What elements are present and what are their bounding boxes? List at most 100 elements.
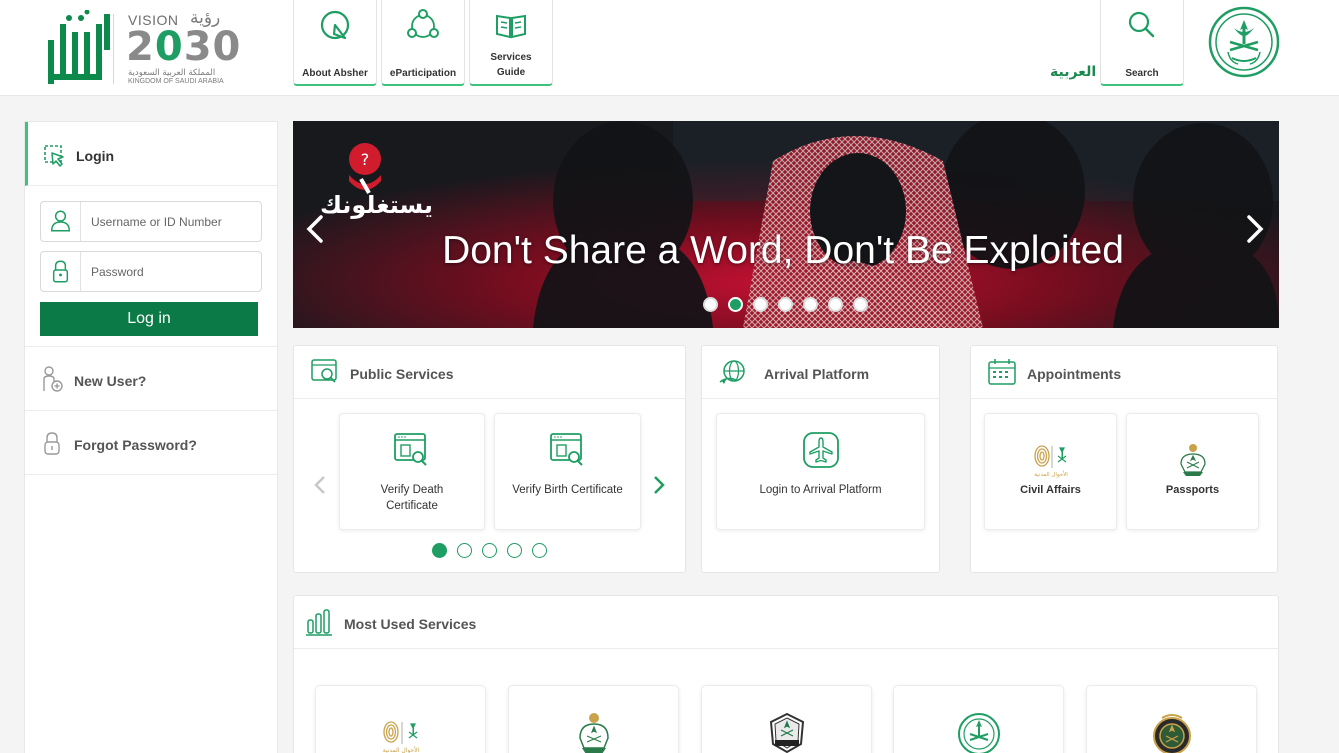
nav-services-guide-label: Services Guide xyxy=(490,52,532,78)
forgot-password-label: Forgot Password? xyxy=(74,437,197,453)
passports-logo-icon xyxy=(1179,444,1206,476)
lock-icon xyxy=(52,252,81,291)
add-user-icon xyxy=(43,366,63,392)
nav-services-guide[interactable]: Services Guide xyxy=(469,0,553,86)
absher-logo[interactable] xyxy=(44,10,114,86)
nav-eparticipation-label: eParticipation xyxy=(389,68,457,79)
campaign-arabic-text: يستغلونك xyxy=(320,191,433,219)
ministry-emblem-icon xyxy=(1208,6,1280,78)
civil-affairs-tile[interactable]: الأحوال المدنية Civil Affairs xyxy=(984,413,1117,530)
nav-about-label: About Absher xyxy=(302,68,368,79)
services-next-arrow-icon[interactable] xyxy=(651,474,667,496)
chat-bubble-icon xyxy=(320,10,350,40)
globe-plane-icon xyxy=(719,360,745,384)
verify-birth-label: Verify Birth Certificate xyxy=(512,484,623,496)
most-used-security-forces-tile[interactable] xyxy=(1086,685,1257,753)
verify-death-certificate-tile[interactable]: Verify Death Certificate xyxy=(339,413,485,530)
username-input[interactable] xyxy=(82,202,261,241)
services-dot[interactable] xyxy=(532,543,547,558)
padlock-icon xyxy=(44,432,60,455)
login-title: Login xyxy=(76,148,115,164)
most-used-civil-affairs-tile[interactable]: الأحوال المدنية xyxy=(315,685,486,753)
password-input[interactable] xyxy=(82,252,261,291)
banner-dot[interactable] xyxy=(853,297,868,312)
public-security-logo-icon xyxy=(769,712,804,753)
login-button[interactable]: Log in xyxy=(40,302,258,336)
login-cursor-icon xyxy=(44,145,64,167)
appointments-header: Appointments xyxy=(971,346,1277,399)
civil-affairs-logo-icon: الأحوال المدنية xyxy=(1034,445,1068,478)
banner-title: Don't Share a Word, Don't Be Exploited xyxy=(442,229,1124,272)
banner-dot[interactable] xyxy=(753,297,768,312)
forgot-password-link[interactable]: Forgot Password? xyxy=(25,411,277,473)
banner-dot[interactable] xyxy=(728,297,743,312)
civil-affairs-logo-icon: الأحوال المدنية xyxy=(382,721,419,753)
username-field xyxy=(40,201,262,242)
banner-dot[interactable] xyxy=(803,297,818,312)
passports-tile[interactable]: Passports xyxy=(1126,413,1259,530)
arrival-platform-card: Arrival Platform Login to Arrival Platfo… xyxy=(701,345,940,573)
services-dot[interactable] xyxy=(482,543,497,558)
services-dot[interactable] xyxy=(457,543,472,558)
login-header: Login xyxy=(25,122,277,186)
most-used-public-security-tile[interactable] xyxy=(701,685,872,753)
language-switch-link[interactable]: العربية xyxy=(1050,64,1096,80)
vision-2030-logo: VISION رؤية 2030 المملكة العربية السعودي… xyxy=(126,8,242,86)
calendar-icon xyxy=(988,359,1016,385)
appointments-card: Appointments الأحوال المدنية Civil Affai… xyxy=(970,345,1278,573)
login-arrival-label: Login to Arrival Platform xyxy=(759,484,882,496)
certificate-search-icon xyxy=(549,433,583,466)
public-services-title: Public Services xyxy=(350,366,454,382)
passports-label: Passports xyxy=(1165,484,1220,496)
security-forces-logo-icon xyxy=(1152,714,1191,753)
arrival-platform-header: Arrival Platform xyxy=(702,346,939,399)
most-used-title: Most Used Services xyxy=(344,616,477,632)
new-user-label: New User? xyxy=(74,373,147,389)
most-used-services-card: Most Used Services الأحوال المدنية xyxy=(293,595,1279,753)
new-user-link[interactable]: New User? xyxy=(25,347,277,409)
banner-next-arrow-icon[interactable] xyxy=(1241,213,1267,245)
people-network-icon xyxy=(407,9,439,38)
vision-year: 2030 xyxy=(126,24,242,70)
nav-about-absher[interactable]: About Absher xyxy=(293,0,377,86)
bar-chart-icon xyxy=(306,609,332,636)
banner-pagination xyxy=(703,297,868,312)
svg-text:?: ? xyxy=(361,150,370,169)
logo-divider xyxy=(113,14,114,84)
appointments-title: Appointments xyxy=(1027,366,1122,382)
verify-birth-certificate-tile[interactable]: Verify Birth Certificate xyxy=(494,413,641,530)
search-button[interactable]: Search xyxy=(1100,0,1184,86)
kingdom-english: KINGDOM OF SAUDI ARABIA xyxy=(128,78,224,85)
banner-dot[interactable] xyxy=(703,297,718,312)
divider xyxy=(25,474,277,475)
arrival-platform-title: Arrival Platform xyxy=(764,366,870,382)
search-document-icon xyxy=(311,359,337,383)
svg-text:الأحوال المدنية: الأحوال المدنية xyxy=(382,746,419,753)
airplane-icon xyxy=(802,432,839,468)
user-icon xyxy=(50,202,81,241)
services-pagination xyxy=(432,543,547,558)
hero-banner: ? يستغلونك Don't Share a Word, Don't Be … xyxy=(293,121,1279,328)
login-panel: Login Log in New User? xyxy=(24,121,278,753)
password-field xyxy=(40,251,262,292)
ministry-emblem-icon xyxy=(957,713,1000,753)
search-icon xyxy=(1128,11,1155,38)
login-arrival-platform-tile[interactable]: Login to Arrival Platform xyxy=(716,413,925,530)
banner-dot[interactable] xyxy=(828,297,843,312)
civil-affairs-label: Civil Affairs xyxy=(1020,484,1081,496)
open-book-icon xyxy=(496,14,526,39)
svg-text:الأحوال المدنية: الأحوال المدنية xyxy=(1034,470,1068,478)
kingdom-arabic: المملكة العربية السعودية xyxy=(128,68,216,78)
site-header: VISION رؤية 2030 المملكة العربية السعودي… xyxy=(0,0,1339,96)
most-used-passports-tile[interactable] xyxy=(508,685,679,753)
passports-logo-icon xyxy=(578,713,609,753)
verify-death-label: Verify Death Certificate xyxy=(380,484,444,512)
services-dot[interactable] xyxy=(432,543,447,558)
banner-dot[interactable] xyxy=(778,297,793,312)
services-prev-arrow-icon[interactable] xyxy=(312,474,328,496)
services-dot[interactable] xyxy=(507,543,522,558)
banner-prev-arrow-icon[interactable] xyxy=(303,213,329,245)
nav-eparticipation[interactable]: eParticipation xyxy=(381,0,465,86)
certificate-search-icon xyxy=(394,433,427,466)
most-used-moi-tile[interactable] xyxy=(893,685,1064,753)
